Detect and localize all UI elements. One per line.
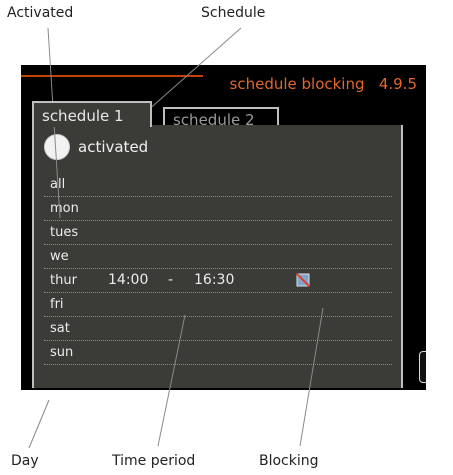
- day-label: sun: [50, 345, 74, 360]
- activated-radio[interactable]: [44, 134, 70, 160]
- day-row-all[interactable]: all: [44, 173, 392, 197]
- schedule-panel: activated all mon tues we thur 14:00 - 1…: [32, 125, 403, 388]
- leader-day: [28, 399, 50, 449]
- day-label: mon: [50, 201, 79, 216]
- day-row-sat[interactable]: sat: [44, 317, 392, 341]
- day-row-fri[interactable]: fri: [44, 293, 392, 317]
- day-label: fri: [50, 297, 64, 312]
- day-label: sat: [50, 321, 70, 336]
- day-row-tues[interactable]: tues: [44, 221, 392, 245]
- time-end[interactable]: 16:30: [194, 269, 234, 292]
- day-label: we: [50, 249, 69, 264]
- callout-day: Day: [11, 453, 39, 469]
- blocking-icon[interactable]: [296, 273, 310, 287]
- header-title: schedule blocking 4.9.5: [203, 73, 423, 95]
- day-row-mon[interactable]: mon: [44, 197, 392, 221]
- callout-schedule: Schedule: [201, 5, 266, 21]
- activated-toggle[interactable]: activated: [44, 133, 148, 161]
- time-start[interactable]: 14:00: [108, 269, 148, 292]
- callout-time-period: Time period: [112, 453, 196, 469]
- day-label: thur: [50, 273, 77, 288]
- header-title-text: schedule blocking: [229, 75, 365, 93]
- help-button[interactable]: ?: [419, 351, 426, 383]
- day-label: tues: [50, 225, 79, 240]
- time-dash: -: [168, 272, 174, 288]
- callout-activated: Activated: [7, 5, 74, 21]
- device-screen: schedule blocking 4.9.5 ? schedule 1 sch…: [21, 65, 426, 390]
- activated-label: activated: [78, 138, 149, 156]
- day-row-thur[interactable]: thur 14:00 - 16:30: [44, 269, 392, 293]
- day-row-sun[interactable]: sun: [44, 341, 392, 365]
- day-label: all: [50, 177, 66, 192]
- tab-schedule-1[interactable]: schedule 1: [32, 101, 152, 127]
- day-row-we[interactable]: we: [44, 245, 392, 269]
- callout-blocking: Blocking: [259, 453, 319, 469]
- header-menu-number: 4.9.5: [378, 75, 417, 93]
